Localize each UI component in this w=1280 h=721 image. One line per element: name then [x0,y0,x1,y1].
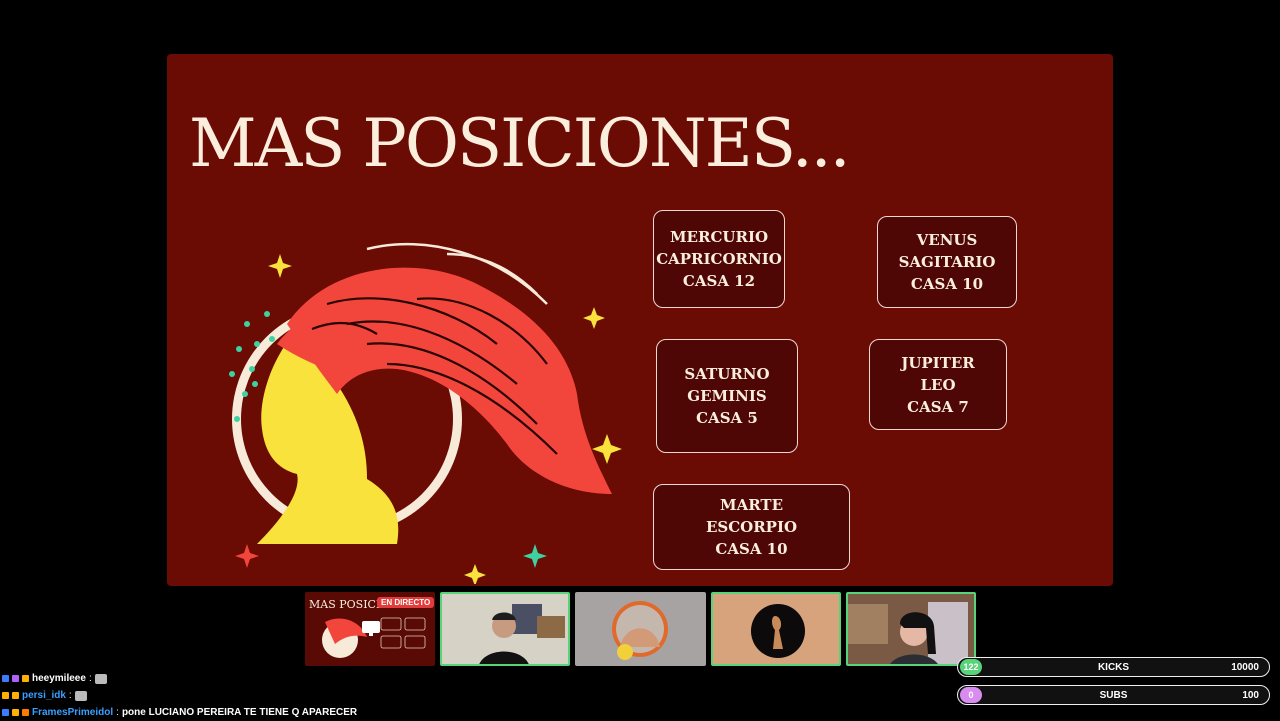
badge-icon [2,709,9,716]
house-label: CASA 10 [910,275,984,293]
badge-icon [22,709,29,716]
kicks-goal: 10000 [1231,661,1259,673]
badge-icon [12,709,19,716]
woman-hair-illustration [229,242,622,584]
chat-username[interactable]: FramesPrimeidol [32,707,113,718]
chat-overlay: heeymileee : persi_idk : FramesPrimeidol… [2,670,562,721]
kicks-label: KICKS [1097,661,1130,673]
badge-icon [2,675,9,682]
subs-goal-bar: 0 SUBS 100 [957,685,1270,705]
position-card-marte: MARTE ESCORPIO CASA 10 [653,484,850,570]
emote-icon [74,690,87,701]
participant-avatar-2[interactable] [575,592,706,666]
participant-avatar-3[interactable] [711,592,841,666]
screen-share-tile[interactable]: MAS POSICIONES... EN DIRECTO [305,592,435,666]
badge-icon [2,692,9,699]
slide-title: MAS POSICIONES... [189,105,851,182]
screen-share-icon [362,621,380,636]
chat-separator: : [88,673,92,684]
chat-separator: : [116,707,119,718]
planet-label: JUPITER [901,353,975,372]
participant-video-4[interactable] [846,592,976,666]
planet-label: MARTE [719,496,784,514]
participant-video-1[interactable] [440,592,570,666]
chat-message: persi_idk : [2,687,562,704]
badge-icon [12,692,19,699]
participant-camera-image [848,594,974,664]
presentation-slide: MAS POSICIONES... MERCURIO CAPRICORNIO C… [167,54,1113,586]
participant-camera-image [442,594,568,664]
position-card-venus: VENUS SAGITARIO CASA 10 [877,216,1017,308]
sign-label: LEO [920,375,956,394]
planet-label: SATURNO [684,365,770,383]
sign-label: CAPRICORNIO [656,250,782,268]
chat-message: FramesPrimeidol : pone LUCIANO PEREIRA T… [2,704,562,721]
badge-icon [12,675,19,682]
emote-icon [94,673,107,684]
chat-username[interactable]: persi_idk [22,690,66,701]
sign-label: GEMINIS [687,387,767,405]
position-card-mercurio: MERCURIO CAPRICORNIO CASA 12 [653,210,785,308]
chat-username[interactable]: heeymileee [32,673,86,684]
house-label: CASA 10 [715,540,788,558]
planet-label: MERCURIO [669,228,769,246]
chat-separator: : [68,690,72,701]
house-label: CASA 7 [907,397,969,416]
position-card-saturno: SATURNO GEMINIS CASA 5 [656,339,798,453]
house-label: CASA 5 [696,409,758,427]
participant-avatar-image [612,601,668,660]
subs-goal: 100 [1242,689,1259,701]
sign-label: ESCORPIO [705,518,798,536]
badge-icon [22,675,29,682]
chat-message: heeymileee : [2,670,562,687]
position-card-jupiter: JUPITER LEO CASA 7 [869,339,1007,430]
planet-label: VENUS [916,231,978,249]
participant-avatar-image [713,594,839,664]
sign-label: SAGITARIO [898,253,996,271]
subs-label: SUBS [1099,689,1128,701]
kicks-goal-bar: 122 KICKS 10000 [957,657,1270,677]
house-label: CASA 12 [682,272,756,290]
chat-text: pone LUCIANO PEREIRA TE TIENE Q APARECER [121,707,358,718]
